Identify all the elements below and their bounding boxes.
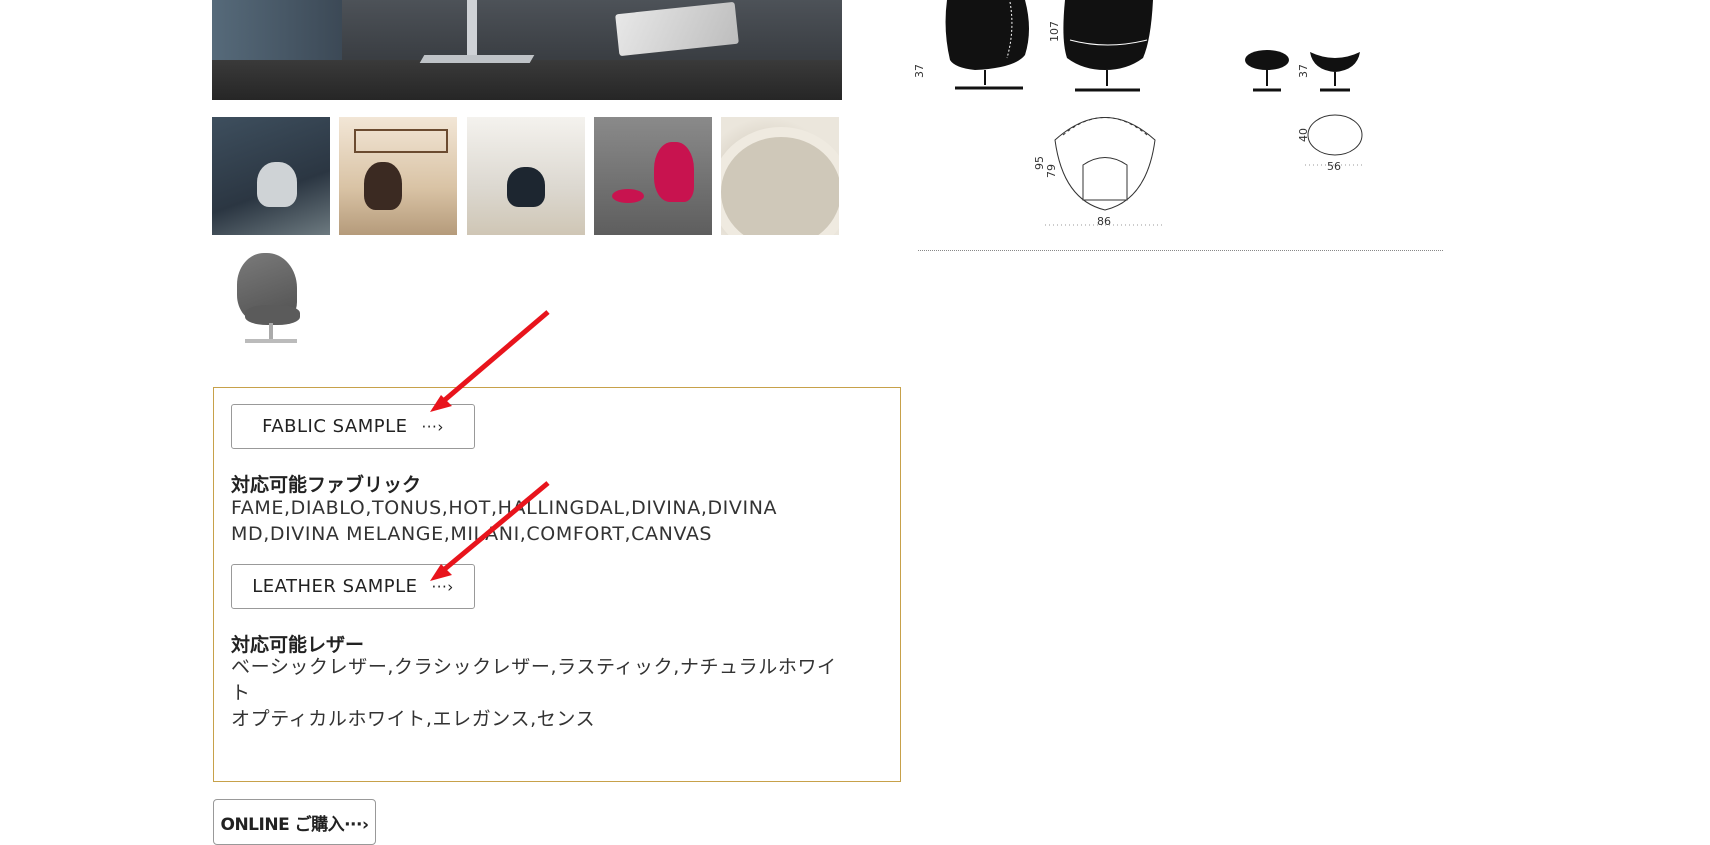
dim-chair-depth-inner: 79	[1045, 164, 1058, 178]
dimension-drawing: 37 107 95 79 86 37 40 56	[913, 0, 1375, 235]
dim-ottoman-width: 56	[1327, 160, 1341, 173]
dim-chair-seat-height: 37	[913, 64, 926, 78]
fabric-sample-button[interactable]: FABLIC SAMPLE ···›	[231, 404, 475, 449]
product-main-photo	[212, 0, 842, 100]
dim-chair-height: 107	[1048, 21, 1061, 42]
section-divider	[918, 250, 1443, 251]
dim-ottoman-height: 37	[1297, 64, 1310, 78]
arrow-right-icon: ···›	[431, 577, 454, 596]
gallery-thumbnail[interactable]	[594, 117, 712, 235]
arrow-right-icon: ···›	[421, 417, 444, 436]
dim-chair-width: 86	[1097, 215, 1111, 228]
gallery-thumbnail[interactable]	[339, 117, 457, 235]
gallery-thumbnail[interactable]	[467, 117, 585, 235]
gallery-thumbnail-single[interactable]	[225, 245, 315, 355]
leather-list-line: ト	[231, 682, 251, 704]
dim-ottoman-depth: 40	[1297, 128, 1310, 142]
fabric-sample-label: FABLIC SAMPLE	[262, 416, 408, 437]
sample-panel: FABLIC SAMPLE ···› 対応可能ファブリック FAME,DIABL…	[213, 387, 901, 782]
fabric-heading: 対応可能ファブリック	[231, 474, 422, 496]
fabric-list: FAME,DIABLO,TONUS,HOT,HALLINGDAL,DIVINA,…	[231, 495, 871, 547]
gallery-thumbnail[interactable]	[212, 117, 330, 235]
leather-heading: 対応可能レザー	[231, 634, 365, 656]
leather-list-line: オプティカルホワイト,エレガンス,センス	[231, 708, 596, 730]
dimension-drawing-svg	[945, 0, 1365, 226]
gallery-thumbnail[interactable]	[721, 117, 839, 235]
fabric-list-line: MD,DIVINA MELANGE,MILANI,COMFORT,CANVAS	[231, 523, 713, 545]
leather-sample-label: LEATHER SAMPLE	[252, 576, 418, 597]
online-purchase-button[interactable]: ONLINE ご購入···›	[213, 799, 376, 845]
leather-list: ベーシックレザー,クラシックレザー,ラスティック,ナチュラルホワイ ト オプティ…	[231, 654, 871, 732]
fabric-list-line: FAME,DIABLO,TONUS,HOT,HALLINGDAL,DIVINA,…	[231, 497, 778, 519]
leather-sample-button[interactable]: LEATHER SAMPLE ···›	[231, 564, 475, 609]
leather-list-line: ベーシックレザー,クラシックレザー,ラスティック,ナチュラルホワイ	[231, 656, 837, 678]
